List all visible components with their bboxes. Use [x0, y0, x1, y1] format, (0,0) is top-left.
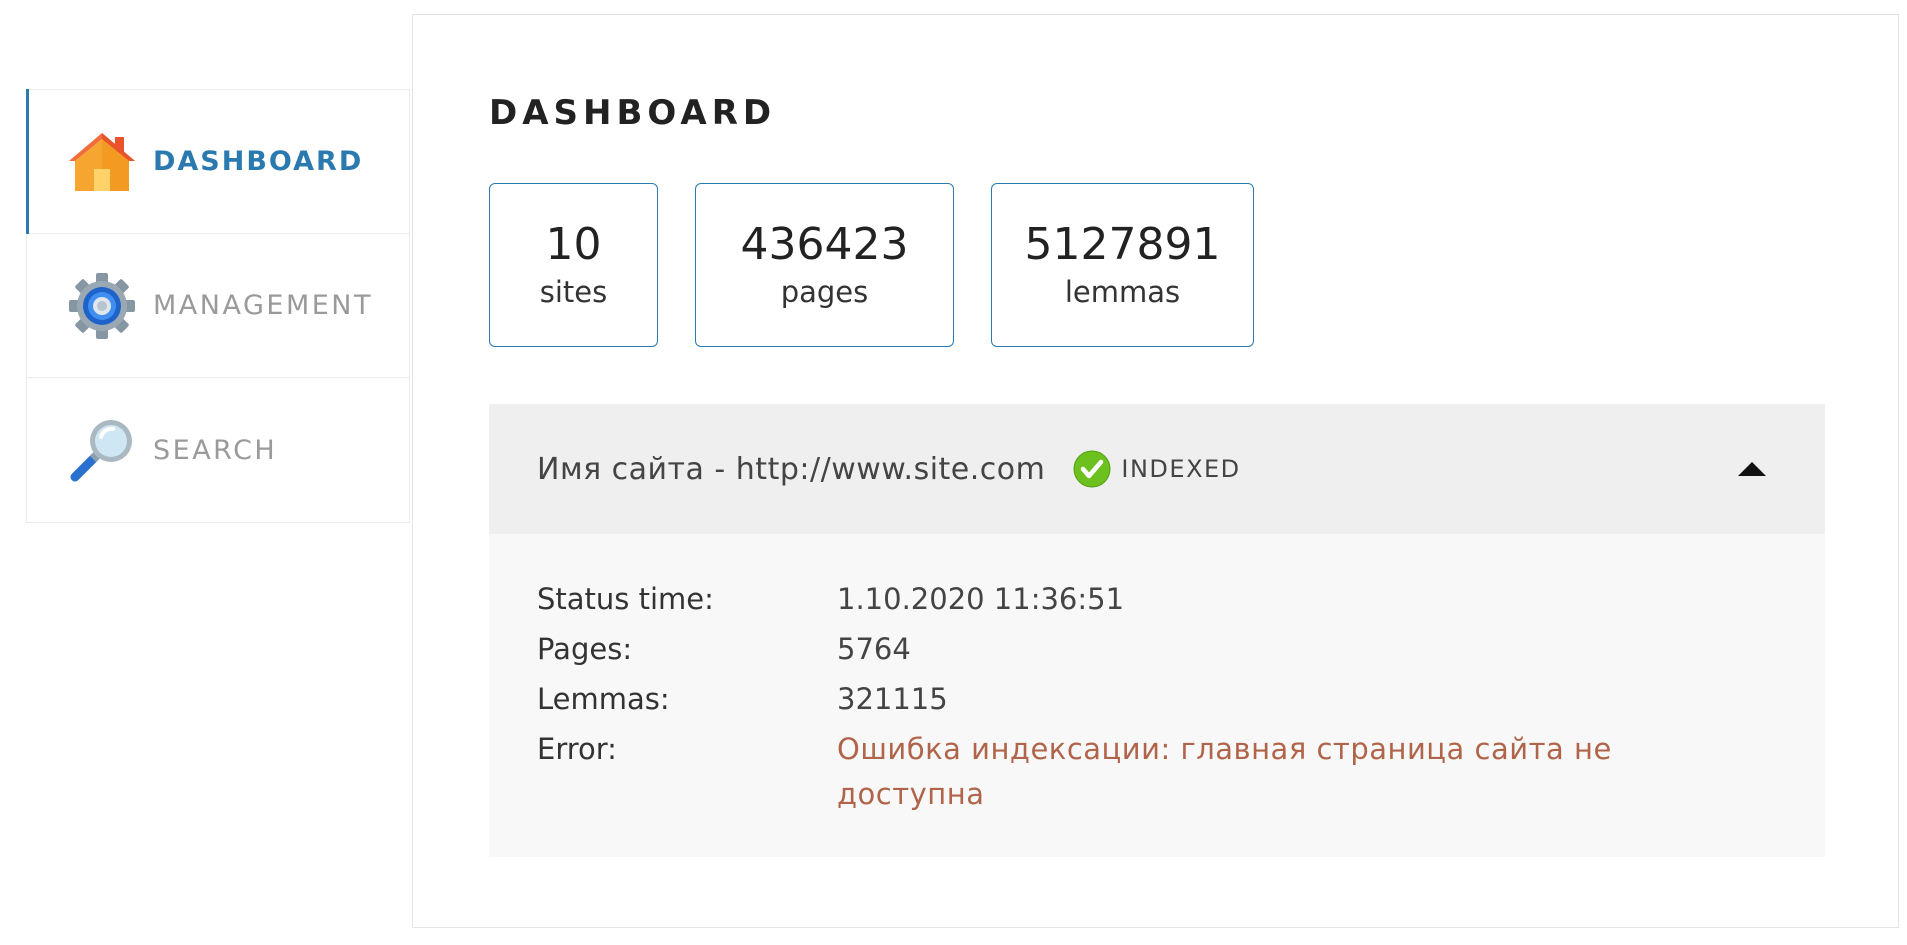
detail-key: Status time:: [537, 582, 714, 616]
stat-label: sites: [539, 275, 608, 310]
detail-row-status-time: Status time: 1.10.2020 11:36:51: [537, 574, 1777, 624]
sidebar-item-management[interactable]: MANAGEMENT: [27, 234, 409, 378]
stat-value: 436423: [740, 218, 909, 270]
site-details: Status time: 1.10.2020 11:36:51 Pages: 5…: [489, 534, 1825, 857]
home-icon: [67, 127, 137, 197]
sidebar-item-dashboard[interactable]: DASHBOARD: [26, 89, 409, 234]
main-panel: DASHBOARD 10 sites 436423 pages 5127891 …: [412, 14, 1899, 928]
detail-row-lemmas: Lemmas: 321115: [537, 674, 1777, 724]
site-name: Имя сайта - http://www.site.com: [537, 451, 1046, 487]
stat-label: lemmas: [1064, 275, 1181, 310]
error-message: Ошибка индексации: главная страница сайт…: [837, 732, 1612, 811]
magnifier-icon: [67, 415, 137, 485]
collapse-toggle-button[interactable]: [1737, 459, 1767, 479]
stat-card-sites: 10 sites: [489, 183, 658, 347]
stats-row: 10 sites 436423 pages 5127891 lemmas: [489, 183, 1291, 347]
page-title: DASHBOARD: [489, 93, 777, 133]
detail-key: Pages:: [537, 632, 633, 666]
detail-value: 5764: [837, 632, 911, 666]
site-header[interactable]: Имя сайта - http://www.site.com INDEXED: [489, 404, 1825, 534]
sidebar-item-search[interactable]: SEARCH: [27, 378, 409, 522]
detail-row-pages: Pages: 5764: [537, 624, 1777, 674]
gear-icon: [67, 271, 137, 341]
sidebar-item-label: DASHBOARD: [153, 146, 364, 177]
chevron-up-icon: [1738, 462, 1766, 476]
site-panel: Имя сайта - http://www.site.com INDEXED …: [489, 404, 1825, 857]
sidebar-item-label: SEARCH: [153, 434, 278, 466]
detail-row-error: Error: Ошибка индексации: главная страни…: [537, 724, 1777, 817]
detail-key: Error:: [537, 732, 617, 766]
stat-value: 10: [545, 218, 602, 270]
stat-card-lemmas: 5127891 lemmas: [991, 183, 1254, 347]
detail-value: 1.10.2020 11:36:51: [837, 582, 1125, 616]
stat-label: pages: [780, 275, 869, 310]
sidebar-item-label: MANAGEMENT: [153, 290, 373, 321]
status-badge: INDEXED: [1121, 455, 1241, 483]
check-circle-icon: [1073, 450, 1111, 488]
detail-key: Lemmas:: [537, 682, 670, 716]
stat-value: 5127891: [1024, 218, 1221, 270]
detail-value: 321115: [837, 682, 948, 716]
stat-card-pages: 436423 pages: [695, 183, 954, 347]
sidebar: DASHBOARD MANAGEMENT SEARCH: [26, 89, 410, 523]
